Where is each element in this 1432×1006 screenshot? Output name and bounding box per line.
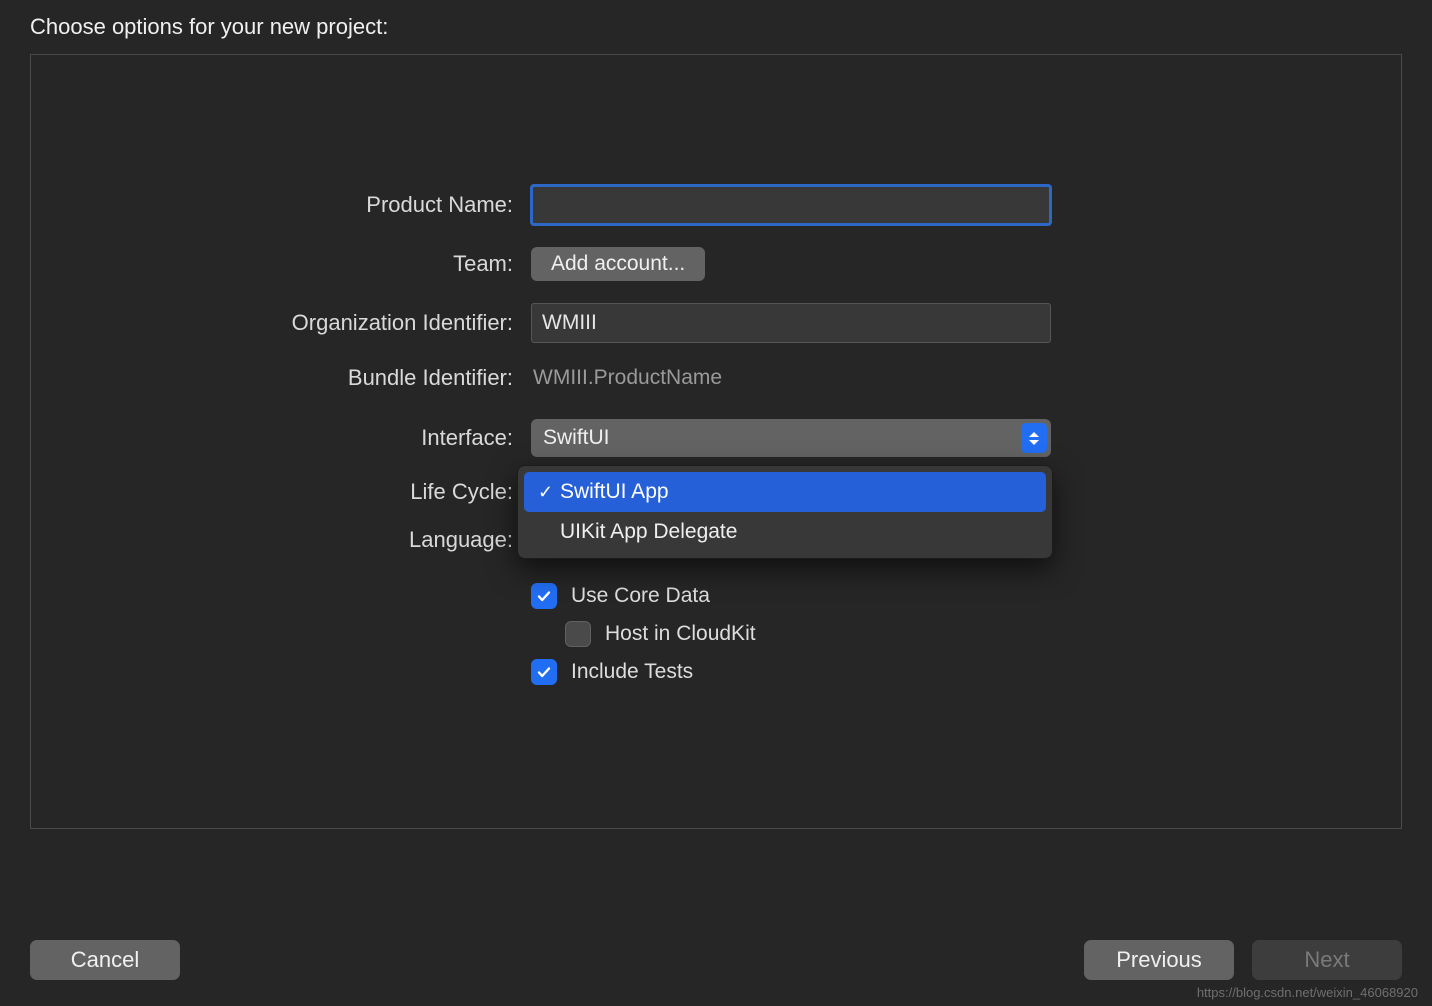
team-label: Team: <box>31 251 531 277</box>
use-core-data-row[interactable]: Use Core Data <box>31 583 1401 609</box>
options-panel: Product Name: Team: Add account... Organ… <box>30 54 1402 829</box>
include-tests-label: Include Tests <box>571 660 693 684</box>
bundle-id-label: Bundle Identifier: <box>31 365 531 391</box>
dialog-title: Choose options for your new project: <box>0 0 1432 54</box>
interface-value: SwiftUI <box>543 426 610 450</box>
include-tests-row[interactable]: Include Tests <box>31 659 1401 685</box>
life-cycle-dropdown[interactable]: ✓ SwiftUI App UIKit App Delegate <box>517 465 1053 559</box>
dialog-footer: Cancel Previous Next <box>0 940 1432 980</box>
bundle-id-value: WMIII.ProductName <box>531 366 722 389</box>
menu-item-label: SwiftUI App <box>560 480 669 504</box>
host-cloudkit-label: Host in CloudKit <box>605 622 756 646</box>
spacer <box>180 940 1066 980</box>
use-core-data-checkbox[interactable] <box>531 583 557 609</box>
up-down-icon <box>1021 423 1047 453</box>
watermark: https://blog.csdn.net/weixin_46068920 <box>1197 985 1418 1000</box>
next-button: Next <box>1252 940 1402 980</box>
add-account-button[interactable]: Add account... <box>531 247 705 281</box>
language-label: Language: <box>31 527 531 553</box>
product-name-label: Product Name: <box>31 192 531 218</box>
life-cycle-option-swiftui-app[interactable]: ✓ SwiftUI App <box>524 472 1046 512</box>
product-name-input[interactable] <box>531 185 1051 225</box>
interface-label: Interface: <box>31 425 531 451</box>
form: Product Name: Team: Add account... Organ… <box>31 185 1401 697</box>
checkmark-icon: ✓ <box>538 482 560 503</box>
previous-button[interactable]: Previous <box>1084 940 1234 980</box>
life-cycle-label: Life Cycle: <box>31 479 531 505</box>
checkmark-icon <box>536 588 552 604</box>
cancel-button[interactable]: Cancel <box>30 940 180 980</box>
host-cloudkit-row[interactable]: Host in CloudKit <box>31 621 1401 647</box>
include-tests-checkbox[interactable] <box>531 659 557 685</box>
org-id-label: Organization Identifier: <box>31 310 531 336</box>
checkmark-icon <box>536 664 552 680</box>
use-core-data-label: Use Core Data <box>571 584 710 608</box>
interface-popup[interactable]: SwiftUI <box>531 419 1051 457</box>
life-cycle-option-uikit-delegate[interactable]: UIKit App Delegate <box>524 512 1046 552</box>
menu-item-label: UIKit App Delegate <box>560 520 737 544</box>
org-id-input[interactable] <box>531 303 1051 343</box>
host-cloudkit-checkbox[interactable] <box>565 621 591 647</box>
